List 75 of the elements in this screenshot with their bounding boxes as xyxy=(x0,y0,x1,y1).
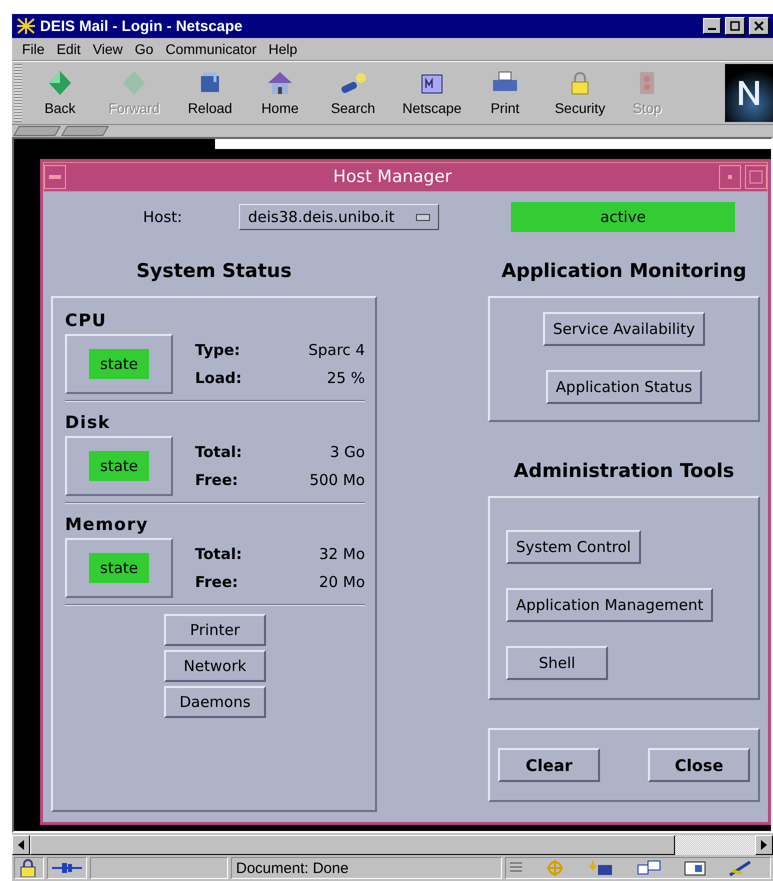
scrollbar-thumb[interactable] xyxy=(30,835,675,855)
option-menu-icon xyxy=(416,214,430,220)
detail-value: 500 Mo xyxy=(308,471,365,489)
detail-value: Sparc 4 xyxy=(307,341,365,359)
section-heading: Administration Tools xyxy=(512,460,736,484)
status-text: Document: Done xyxy=(231,857,502,879)
minimize-icon xyxy=(728,175,732,179)
detail-value: 20 Mo xyxy=(318,573,365,591)
state-button[interactable]: state xyxy=(65,334,173,394)
address-card-icon xyxy=(684,859,706,877)
navigator-wheel-icon xyxy=(544,859,566,877)
chat-bubbles-icon xyxy=(636,859,662,877)
action-button[interactable]: Close xyxy=(648,748,750,782)
window-menu-icon xyxy=(49,175,61,179)
window-title: DEIS Mail - Login - Netscape xyxy=(40,18,244,34)
administration-button[interactable]: Shell xyxy=(506,646,608,680)
toolbar-button[interactable]: Print xyxy=(472,62,538,124)
monitoring-button[interactable]: Service Availability xyxy=(543,312,705,346)
maximize-icon xyxy=(749,170,763,184)
host-dropdown[interactable]: deis38.deis.unibo.it xyxy=(239,204,439,230)
netscape-logo-icon xyxy=(725,64,773,122)
toolbar-button[interactable]: Back xyxy=(26,62,94,124)
menu-item[interactable]: File xyxy=(18,41,49,57)
detail-value: 25 % xyxy=(326,369,365,387)
pen-icon xyxy=(728,859,754,877)
inbox-icon xyxy=(588,859,614,877)
connection-plug-icon xyxy=(52,862,82,874)
toolbar-tab[interactable] xyxy=(61,126,109,136)
monitoring-button[interactable]: Application Status xyxy=(546,370,702,404)
administration-button[interactable]: System Control xyxy=(506,530,641,564)
close-button[interactable] xyxy=(749,17,769,35)
menu-item[interactable]: Communicator xyxy=(161,41,260,57)
toolbar-tab[interactable] xyxy=(13,126,61,136)
system-button[interactable]: Daemons xyxy=(164,686,266,718)
host-label: Host: xyxy=(143,208,184,226)
detail-label: Total: xyxy=(195,443,243,461)
state-button[interactable]: state xyxy=(65,538,173,598)
toolbar-button[interactable]: Search xyxy=(314,62,392,124)
system-button[interactable]: Network xyxy=(164,650,266,682)
close-icon xyxy=(754,21,764,31)
detail-label: Free: xyxy=(195,573,240,591)
toolbar-button[interactable]: Reload xyxy=(174,62,246,124)
detail-value: 3 Go xyxy=(328,443,365,461)
left-arrow-icon xyxy=(18,840,24,850)
netscape-logo-icon xyxy=(16,17,36,35)
menu-item[interactable]: View xyxy=(88,41,127,57)
scroll-left-button[interactable] xyxy=(12,835,30,855)
right-arrow-icon xyxy=(761,840,767,850)
detail-value: 32 Mo xyxy=(318,545,365,563)
action-button[interactable]: Clear xyxy=(498,748,600,782)
section-label: Disk xyxy=(65,412,112,435)
minimize-icon xyxy=(708,28,716,30)
toolbar-button[interactable]: Home xyxy=(246,62,314,124)
detail-label: Total: xyxy=(195,545,243,563)
padlock-icon xyxy=(19,859,37,877)
detail-label: Type: xyxy=(195,341,242,359)
section-label: CPU xyxy=(65,310,108,333)
status-indicator: active xyxy=(511,202,735,232)
menu-item[interactable]: Go xyxy=(130,41,158,57)
section-label: Memory xyxy=(65,514,150,537)
toolbar-grip[interactable] xyxy=(14,64,22,122)
system-button[interactable]: Printer xyxy=(164,614,266,646)
section-heading: Application Monitoring xyxy=(500,260,748,284)
detail-label: Load: xyxy=(195,369,243,387)
scroll-right-button[interactable] xyxy=(755,835,773,855)
maximize-icon xyxy=(730,21,740,31)
dialog-title: Host Manager xyxy=(332,167,453,187)
section-heading: System Status xyxy=(135,260,293,284)
state-button[interactable]: state xyxy=(65,436,173,496)
toolbar-button[interactable]: Security xyxy=(538,62,622,124)
menu-item[interactable]: Help xyxy=(264,41,302,57)
menu-item[interactable]: Edit xyxy=(52,41,85,57)
administration-button[interactable]: Application Management xyxy=(506,588,714,622)
toolbar-button[interactable]: Netscape xyxy=(392,62,472,124)
detail-label: Free: xyxy=(195,471,240,489)
